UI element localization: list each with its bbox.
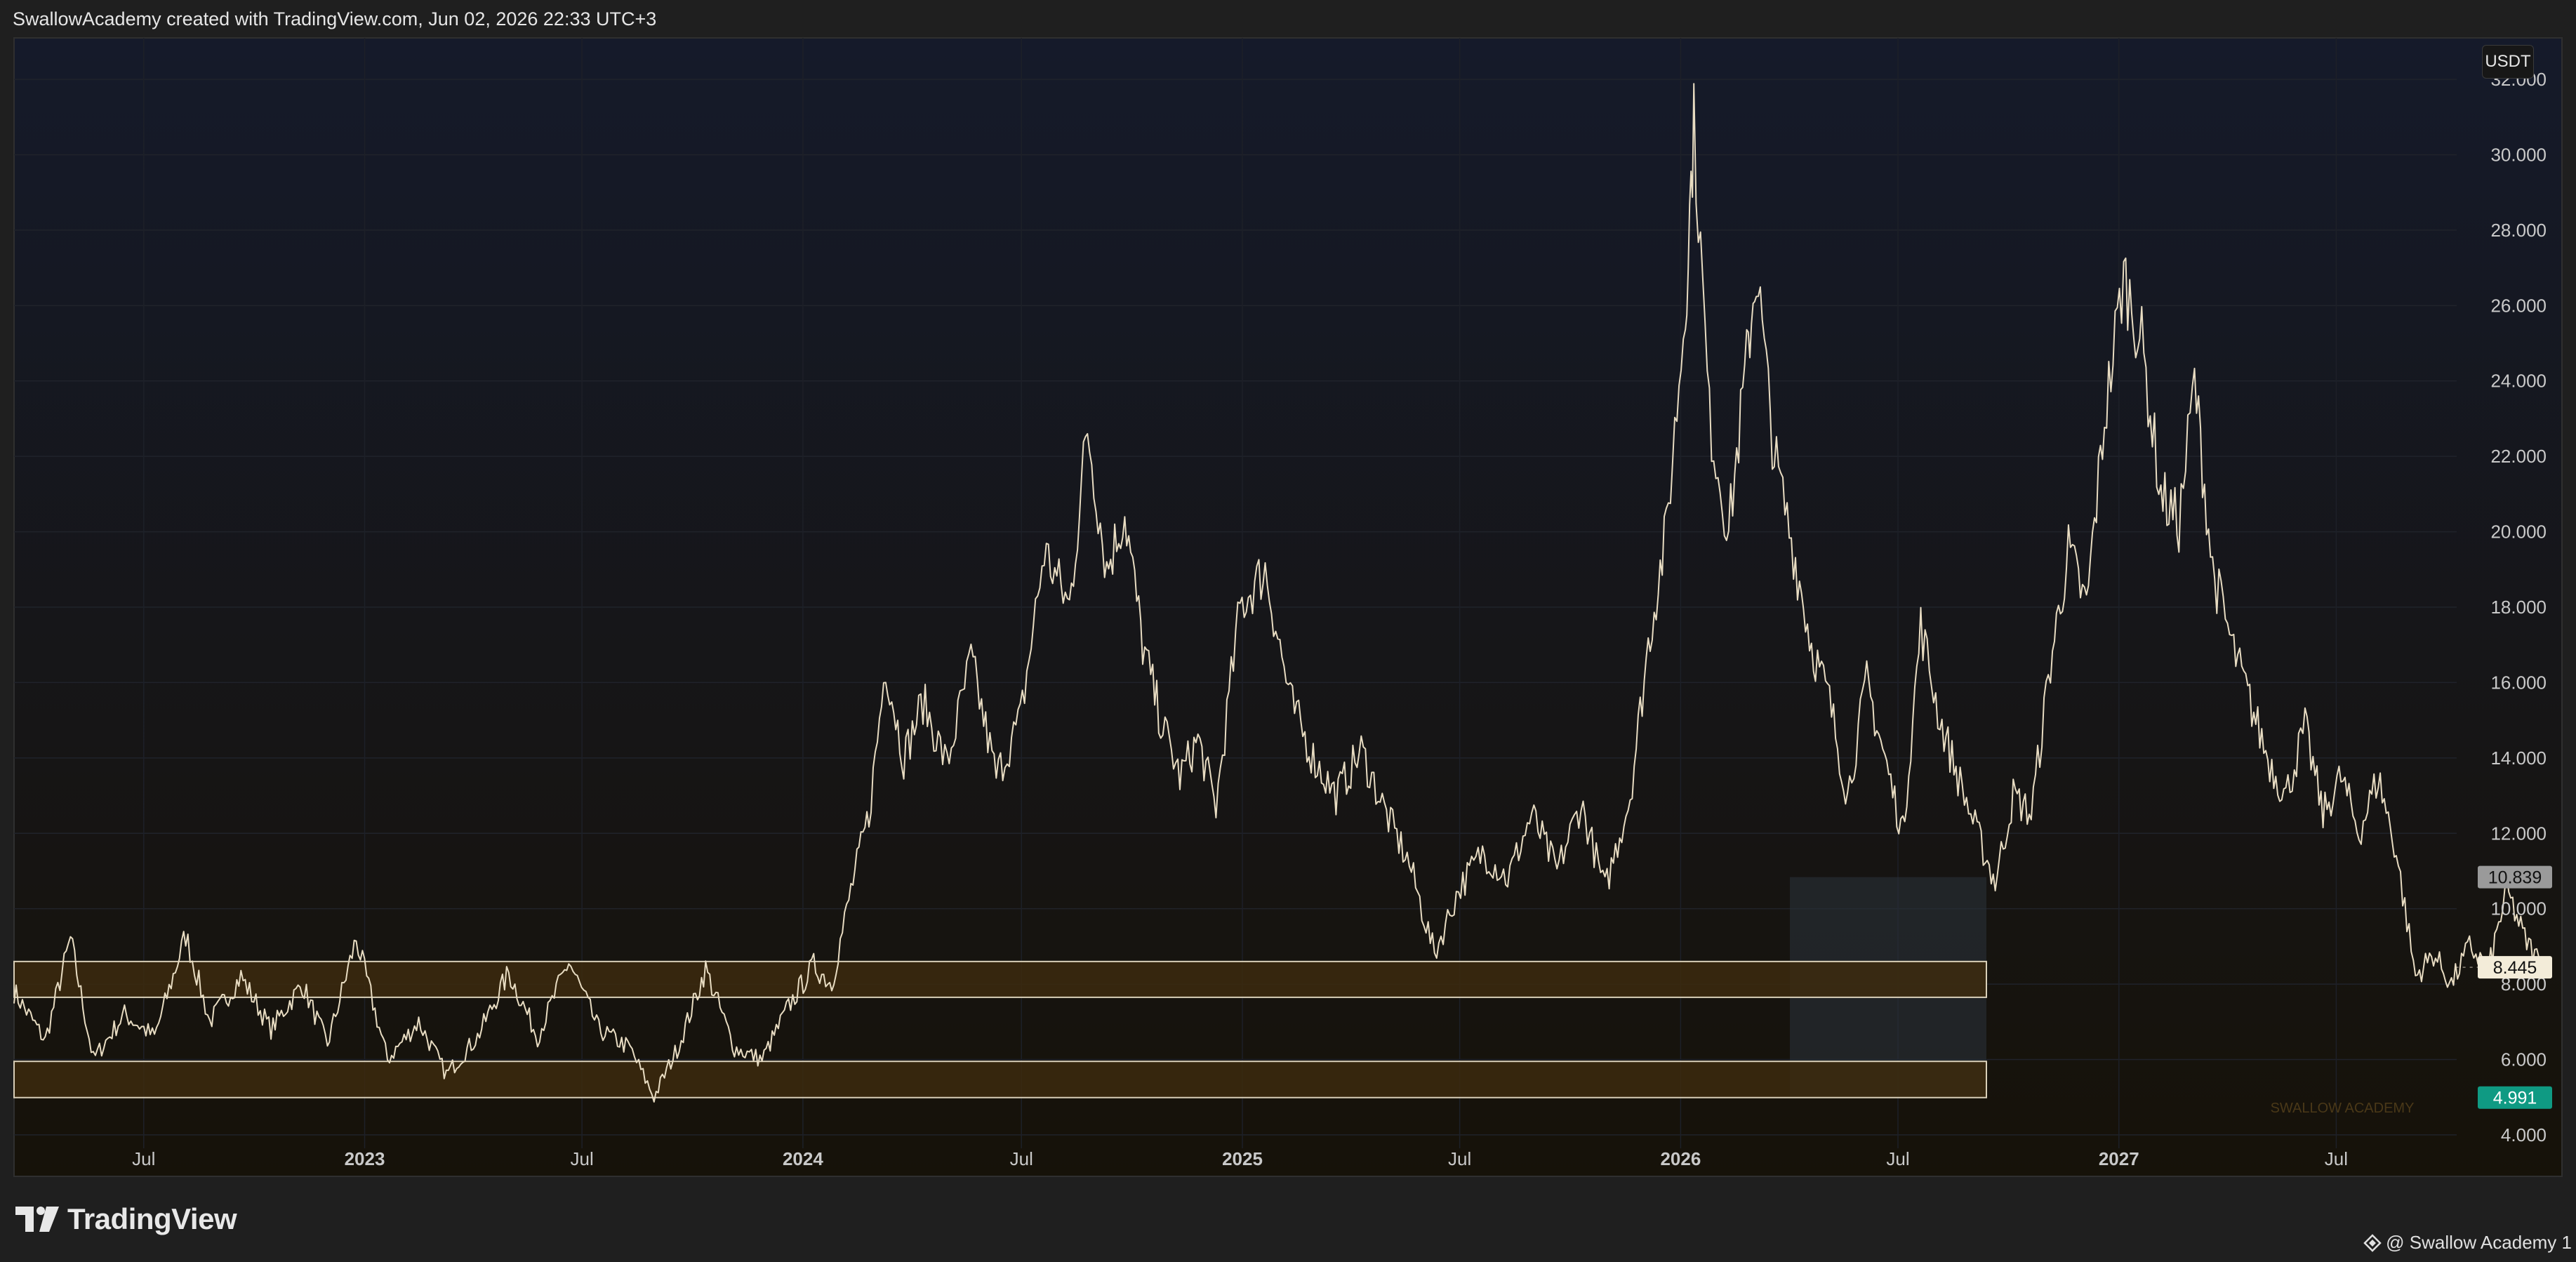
y-tick-label: 18.000	[2490, 597, 2547, 618]
x-tick-label: Jul	[1010, 1148, 1033, 1169]
y-tick-label: 24.000	[2490, 371, 2547, 392]
y-tick-label: 20.000	[2490, 522, 2547, 543]
diamond-icon	[2363, 1233, 2382, 1252]
y-tick-label: 26.000	[2490, 295, 2547, 316]
x-tick-label: Jul	[1448, 1148, 1471, 1169]
support-zone	[13, 1061, 1987, 1098]
x-tick-label: Jul	[2325, 1148, 2348, 1169]
y-tick-label: 10.000	[2490, 898, 2547, 919]
x-tick-label: 2025	[1222, 1148, 1263, 1169]
support-zone	[13, 960, 1987, 998]
tradingview-brand: TradingView	[67, 1202, 237, 1235]
x-tick-label: Jul	[571, 1148, 594, 1169]
price-tag-upper: 10.839	[2478, 865, 2552, 889]
tradingview-logo-icon	[15, 1207, 59, 1232]
price-chart[interactable]: 32.00030.00028.00026.00024.00022.00020.0…	[0, 0, 2576, 1262]
author-credit[interactable]: @ Swallow Academy 1	[2363, 1232, 2572, 1254]
y-tick-label: 6.000	[2501, 1049, 2547, 1070]
x-tick-label: 2027	[2099, 1148, 2139, 1169]
y-tick-label: 28.000	[2490, 220, 2547, 241]
y-tick-label: 30.000	[2490, 144, 2547, 165]
price-tag-label: 4.991	[2493, 1089, 2537, 1108]
price-tag-last: 8.445	[2478, 956, 2552, 979]
x-tick-label: 2026	[1660, 1148, 1701, 1169]
y-tick-label: 4.000	[2501, 1124, 2547, 1145]
tradingview-logo[interactable]: TradingView	[15, 1202, 237, 1236]
x-tick-label: 2023	[345, 1148, 385, 1169]
price-tag-target: 4.991	[2478, 1086, 2552, 1109]
x-tick-label: Jul	[1886, 1148, 1909, 1169]
author-name: @ Swallow Academy 1	[2386, 1232, 2572, 1253]
y-tick-label: 12.000	[2490, 823, 2547, 844]
y-tick-label: 16.000	[2490, 672, 2547, 693]
price-tag-label: 8.445	[2493, 958, 2537, 978]
price-tag-label: 10.839	[2488, 868, 2542, 888]
x-tick-label: 2024	[783, 1148, 823, 1169]
y-tick-label: 22.000	[2490, 446, 2547, 467]
watermark-text: SWALLOW ACADEMY	[2271, 1101, 2415, 1116]
currency-badge[interactable]: USDT	[2482, 45, 2534, 79]
x-tick-label: Jul	[132, 1148, 155, 1169]
y-tick-label: 14.000	[2490, 748, 2547, 769]
